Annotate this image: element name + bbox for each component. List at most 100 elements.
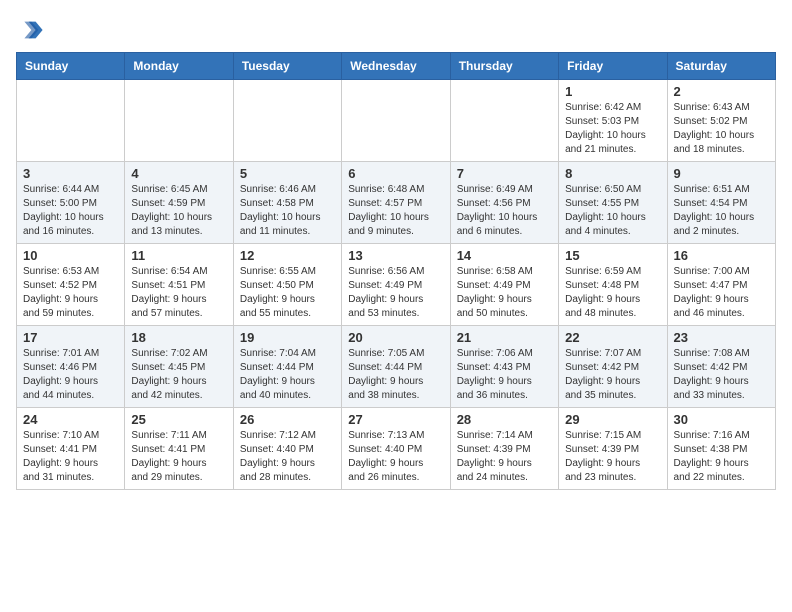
calendar-day-cell: 18 Sunrise: 7:02 AM Sunset: 4:45 PM Dayli… [125,326,233,408]
calendar-day-cell: 25 Sunrise: 7:11 AM Sunset: 4:41 PM Dayli… [125,408,233,490]
day-number: 26 [240,412,335,427]
day-of-week-header: Saturday [667,53,775,80]
day-info: Sunrise: 6:44 AM Sunset: 5:00 PM Dayligh… [23,183,118,239]
day-number: 27 [348,412,443,427]
day-number: 1 [565,84,660,99]
day-number: 20 [348,330,443,345]
calendar-week-row: 1 Sunrise: 6:42 AM Sunset: 5:03 PM Daylig… [17,80,776,162]
day-number: 8 [565,166,660,181]
page-header [16,16,776,44]
day-info: Sunrise: 7:16 AM Sunset: 4:38 PM Dayligh… [674,429,769,485]
day-number: 6 [348,166,443,181]
day-info: Sunrise: 7:12 AM Sunset: 4:40 PM Dayligh… [240,429,335,485]
day-info: Sunrise: 7:00 AM Sunset: 4:47 PM Dayligh… [674,265,769,321]
day-number: 11 [131,248,226,263]
calendar-day-cell: 16 Sunrise: 7:00 AM Sunset: 4:47 PM Dayli… [667,244,775,326]
logo-icon [16,16,44,44]
calendar-day-cell [17,80,125,162]
day-info: Sunrise: 6:56 AM Sunset: 4:49 PM Dayligh… [348,265,443,321]
day-info: Sunrise: 7:13 AM Sunset: 4:40 PM Dayligh… [348,429,443,485]
day-of-week-header: Sunday [17,53,125,80]
day-number: 15 [565,248,660,263]
day-number: 4 [131,166,226,181]
calendar-day-cell: 30 Sunrise: 7:16 AM Sunset: 4:38 PM Dayli… [667,408,775,490]
calendar-header-row: SundayMondayTuesdayWednesdayThursdayFrid… [17,53,776,80]
calendar-day-cell [233,80,341,162]
calendar-day-cell: 2 Sunrise: 6:43 AM Sunset: 5:02 PM Daylig… [667,80,775,162]
day-number: 16 [674,248,769,263]
day-info: Sunrise: 6:45 AM Sunset: 4:59 PM Dayligh… [131,183,226,239]
calendar-day-cell: 23 Sunrise: 7:08 AM Sunset: 4:42 PM Dayli… [667,326,775,408]
calendar-day-cell: 27 Sunrise: 7:13 AM Sunset: 4:40 PM Dayli… [342,408,450,490]
day-info: Sunrise: 7:05 AM Sunset: 4:44 PM Dayligh… [348,347,443,403]
day-number: 10 [23,248,118,263]
day-number: 9 [674,166,769,181]
day-number: 25 [131,412,226,427]
calendar-day-cell: 15 Sunrise: 6:59 AM Sunset: 4:48 PM Dayli… [559,244,667,326]
day-number: 22 [565,330,660,345]
day-number: 17 [23,330,118,345]
day-number: 21 [457,330,552,345]
calendar-day-cell: 13 Sunrise: 6:56 AM Sunset: 4:49 PM Dayli… [342,244,450,326]
calendar-day-cell: 14Sunrise: 6:58 AM Sunset: 4:49 PM Dayli… [450,244,558,326]
day-info: Sunrise: 6:53 AM Sunset: 4:52 PM Dayligh… [23,265,118,321]
day-info: Sunrise: 6:43 AM Sunset: 5:02 PM Dayligh… [674,101,769,157]
calendar-day-cell: 10 Sunrise: 6:53 AM Sunset: 4:52 PM Dayli… [17,244,125,326]
day-info: Sunrise: 7:10 AM Sunset: 4:41 PM Dayligh… [23,429,118,485]
day-number: 13 [348,248,443,263]
day-of-week-header: Tuesday [233,53,341,80]
day-of-week-header: Friday [559,53,667,80]
day-number: 19 [240,330,335,345]
day-of-week-header: Wednesday [342,53,450,80]
calendar-day-cell: 11Sunrise: 6:54 AM Sunset: 4:51 PM Dayli… [125,244,233,326]
day-number: 30 [674,412,769,427]
day-info: Sunrise: 7:08 AM Sunset: 4:42 PM Dayligh… [674,347,769,403]
calendar-day-cell [342,80,450,162]
calendar-day-cell: 3 Sunrise: 6:44 AM Sunset: 5:00 PM Daylig… [17,162,125,244]
day-info: Sunrise: 7:11 AM Sunset: 4:41 PM Dayligh… [131,429,226,485]
calendar-day-cell: 6 Sunrise: 6:48 AM Sunset: 4:57 PM Daylig… [342,162,450,244]
calendar-day-cell: 22 Sunrise: 7:07 AM Sunset: 4:42 PM Dayli… [559,326,667,408]
day-info: Sunrise: 6:51 AM Sunset: 4:54 PM Dayligh… [674,183,769,239]
calendar-table: SundayMondayTuesdayWednesdayThursdayFrid… [16,52,776,490]
day-info: Sunrise: 7:02 AM Sunset: 4:45 PM Dayligh… [131,347,226,403]
calendar-week-row: 24 Sunrise: 7:10 AM Sunset: 4:41 PM Dayli… [17,408,776,490]
day-info: Sunrise: 7:01 AM Sunset: 4:46 PM Dayligh… [23,347,118,403]
day-info: Sunrise: 7:07 AM Sunset: 4:42 PM Dayligh… [565,347,660,403]
calendar-week-row: 10 Sunrise: 6:53 AM Sunset: 4:52 PM Dayli… [17,244,776,326]
day-number: 24 [23,412,118,427]
day-number: 29 [565,412,660,427]
day-info: Sunrise: 6:55 AM Sunset: 4:50 PM Dayligh… [240,265,335,321]
day-number: 5 [240,166,335,181]
day-number: 23 [674,330,769,345]
day-info: Sunrise: 7:04 AM Sunset: 4:44 PM Dayligh… [240,347,335,403]
calendar-day-cell: 12 Sunrise: 6:55 AM Sunset: 4:50 PM Dayli… [233,244,341,326]
calendar-day-cell: 17 Sunrise: 7:01 AM Sunset: 4:46 PM Dayli… [17,326,125,408]
calendar-day-cell: 7Sunrise: 6:49 AM Sunset: 4:56 PM Daylig… [450,162,558,244]
calendar-week-row: 3 Sunrise: 6:44 AM Sunset: 5:00 PM Daylig… [17,162,776,244]
day-number: 12 [240,248,335,263]
calendar-day-cell: 9 Sunrise: 6:51 AM Sunset: 4:54 PM Daylig… [667,162,775,244]
day-number: 28 [457,412,552,427]
calendar-day-cell: 4 Sunrise: 6:45 AM Sunset: 4:59 PM Daylig… [125,162,233,244]
calendar-day-cell: 21 Sunrise: 7:06 AM Sunset: 4:43 PM Dayli… [450,326,558,408]
calendar-day-cell: 1 Sunrise: 6:42 AM Sunset: 5:03 PM Daylig… [559,80,667,162]
logo [16,16,48,44]
calendar-day-cell: 28Sunrise: 7:14 AM Sunset: 4:39 PM Dayli… [450,408,558,490]
day-info: Sunrise: 6:50 AM Sunset: 4:55 PM Dayligh… [565,183,660,239]
day-number: 2 [674,84,769,99]
day-number: 18 [131,330,226,345]
calendar-day-cell: 8 Sunrise: 6:50 AM Sunset: 4:55 PM Daylig… [559,162,667,244]
day-number: 3 [23,166,118,181]
calendar-day-cell: 24 Sunrise: 7:10 AM Sunset: 4:41 PM Dayli… [17,408,125,490]
calendar-day-cell [450,80,558,162]
day-info: Sunrise: 7:15 AM Sunset: 4:39 PM Dayligh… [565,429,660,485]
day-info: Sunrise: 6:59 AM Sunset: 4:48 PM Dayligh… [565,265,660,321]
calendar-day-cell: 26 Sunrise: 7:12 AM Sunset: 4:40 PM Dayli… [233,408,341,490]
calendar-day-cell: 5Sunrise: 6:46 AM Sunset: 4:58 PM Daylig… [233,162,341,244]
day-info: Sunrise: 6:58 AM Sunset: 4:49 PM Dayligh… [457,265,552,321]
day-info: Sunrise: 6:42 AM Sunset: 5:03 PM Dayligh… [565,101,660,157]
day-info: Sunrise: 6:48 AM Sunset: 4:57 PM Dayligh… [348,183,443,239]
day-of-week-header: Thursday [450,53,558,80]
day-info: Sunrise: 7:06 AM Sunset: 4:43 PM Dayligh… [457,347,552,403]
